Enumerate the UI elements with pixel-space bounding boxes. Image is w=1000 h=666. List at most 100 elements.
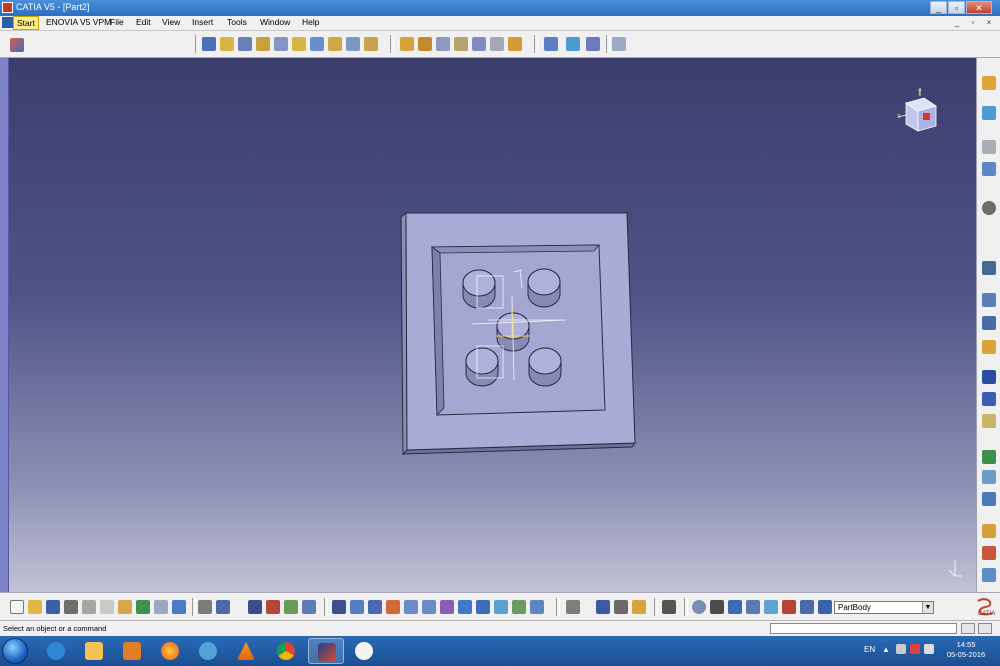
comment-icon[interactable] [216, 600, 230, 614]
measure-inertia-icon[interactable] [728, 600, 742, 614]
taskbar-firefox[interactable] [152, 638, 188, 664]
hide-show-icon[interactable] [512, 600, 526, 614]
start-button[interactable] [2, 638, 28, 664]
shell-icon[interactable] [454, 37, 468, 51]
normal-view-icon[interactable] [440, 600, 454, 614]
rule-icon[interactable] [982, 546, 996, 560]
thickness-icon[interactable] [472, 37, 486, 51]
taskbar-paint[interactable] [346, 638, 382, 664]
analysis-icon[interactable] [612, 37, 626, 51]
redo-icon[interactable] [154, 600, 168, 614]
knowledge-advisor-icon[interactable] [266, 600, 280, 614]
select-icon[interactable] [982, 76, 996, 90]
compass-icon[interactable] [897, 88, 937, 132]
restore-button[interactable]: ▫ [948, 1, 965, 14]
mdi-close-button[interactable]: × [982, 17, 996, 28]
taskbar-chrome[interactable] [268, 638, 304, 664]
menu-view[interactable]: View [162, 17, 180, 27]
axis-system-icon[interactable] [982, 162, 996, 176]
menu-start[interactable]: Start [13, 16, 39, 30]
cut-icon[interactable] [82, 600, 96, 614]
formula-icon[interactable] [198, 600, 212, 614]
camera-icon[interactable] [662, 600, 676, 614]
scale-icon[interactable] [982, 470, 996, 484]
body-icon[interactable] [818, 600, 832, 614]
measure-icon[interactable] [544, 37, 558, 51]
mdi-minimize-button[interactable]: _ [950, 17, 964, 28]
save-icon[interactable] [46, 600, 60, 614]
pan-icon[interactable] [368, 600, 382, 614]
network-icon[interactable] [910, 644, 920, 654]
rotate-icon[interactable] [982, 392, 996, 406]
parameter-icon[interactable] [284, 600, 298, 614]
symmetry-icon[interactable] [982, 414, 996, 428]
measure-between-icon[interactable] [692, 600, 706, 614]
reference-plane-icon[interactable] [982, 140, 996, 154]
paste-icon[interactable] [118, 600, 132, 614]
language-indicator[interactable]: EN [864, 645, 875, 654]
menu-insert[interactable]: Insert [192, 17, 213, 27]
axis-icon[interactable] [782, 600, 796, 614]
close-button[interactable]: ✕ [966, 1, 992, 14]
print-icon[interactable] [64, 600, 78, 614]
line-icon[interactable] [982, 316, 996, 330]
window-titlebar[interactable]: CATIA V5 - [Part2] _ ▫ ✕ [0, 0, 1000, 16]
pad-icon[interactable] [220, 37, 234, 51]
constraint-icon[interactable] [982, 261, 996, 275]
hole-icon[interactable] [292, 37, 306, 51]
menu-enovia[interactable]: ENOVIA V5 VPM [46, 17, 111, 27]
specification-tree-handle[interactable] [0, 58, 9, 592]
taskbar-internet-explorer[interactable] [38, 638, 74, 664]
clock[interactable]: 14:55 05-05-2016 [940, 640, 992, 660]
fly-mode-icon[interactable] [332, 600, 346, 614]
constraint-icon[interactable] [586, 37, 600, 51]
stiffener-icon[interactable] [346, 37, 360, 51]
taskbar-media-player[interactable] [114, 638, 150, 664]
open-icon[interactable] [28, 600, 42, 614]
body-selector[interactable]: PartBody ▼ [834, 601, 934, 614]
menu-help[interactable]: Help [302, 17, 319, 27]
light-icon[interactable] [632, 600, 646, 614]
formula-icon[interactable] [982, 524, 996, 538]
3d-viewport[interactable]: y x [0, 58, 976, 592]
chamfer-icon[interactable] [418, 37, 432, 51]
sketcher-icon[interactable] [202, 37, 216, 51]
apply-material-icon[interactable] [566, 37, 580, 51]
multi-view-icon[interactable] [458, 600, 472, 614]
update-icon[interactable] [566, 600, 580, 614]
point-icon[interactable] [982, 293, 996, 307]
menu-window[interactable]: Window [260, 17, 290, 27]
zoom-out-icon[interactable] [422, 600, 436, 614]
dimension-icon[interactable] [746, 600, 760, 614]
slot-icon[interactable] [328, 37, 342, 51]
mesh-icon[interactable] [614, 600, 628, 614]
fit-all-icon[interactable] [350, 600, 364, 614]
shaft-icon[interactable] [256, 37, 270, 51]
undo-icon[interactable] [136, 600, 150, 614]
workbench-icon[interactable] [10, 38, 24, 52]
thread-icon[interactable] [490, 37, 504, 51]
iso-view-icon[interactable] [476, 600, 490, 614]
taskbar-vlc[interactable] [228, 638, 264, 664]
swap-visible-icon[interactable] [530, 600, 544, 614]
measure-item-icon[interactable] [710, 600, 724, 614]
draft-icon[interactable] [436, 37, 450, 51]
pattern-icon[interactable] [982, 450, 996, 464]
taskbar-catia[interactable] [308, 638, 344, 664]
menu-file[interactable]: File [110, 17, 124, 27]
material-icon[interactable] [764, 600, 778, 614]
menu-edit[interactable]: Edit [136, 17, 151, 27]
law-icon[interactable] [302, 600, 316, 614]
new-icon[interactable] [10, 600, 24, 614]
graph-icon[interactable] [596, 600, 610, 614]
command-input[interactable] [770, 623, 957, 634]
zoom-in-icon[interactable] [404, 600, 418, 614]
loft-icon[interactable] [364, 37, 378, 51]
rib-icon[interactable] [310, 37, 324, 51]
taskbar-file-explorer[interactable] [76, 638, 112, 664]
rotate-view-icon[interactable] [386, 600, 400, 614]
groove-icon[interactable] [274, 37, 288, 51]
shading-icon[interactable] [494, 600, 508, 614]
table-icon[interactable] [248, 600, 262, 614]
knowledge-icon[interactable] [982, 492, 996, 506]
